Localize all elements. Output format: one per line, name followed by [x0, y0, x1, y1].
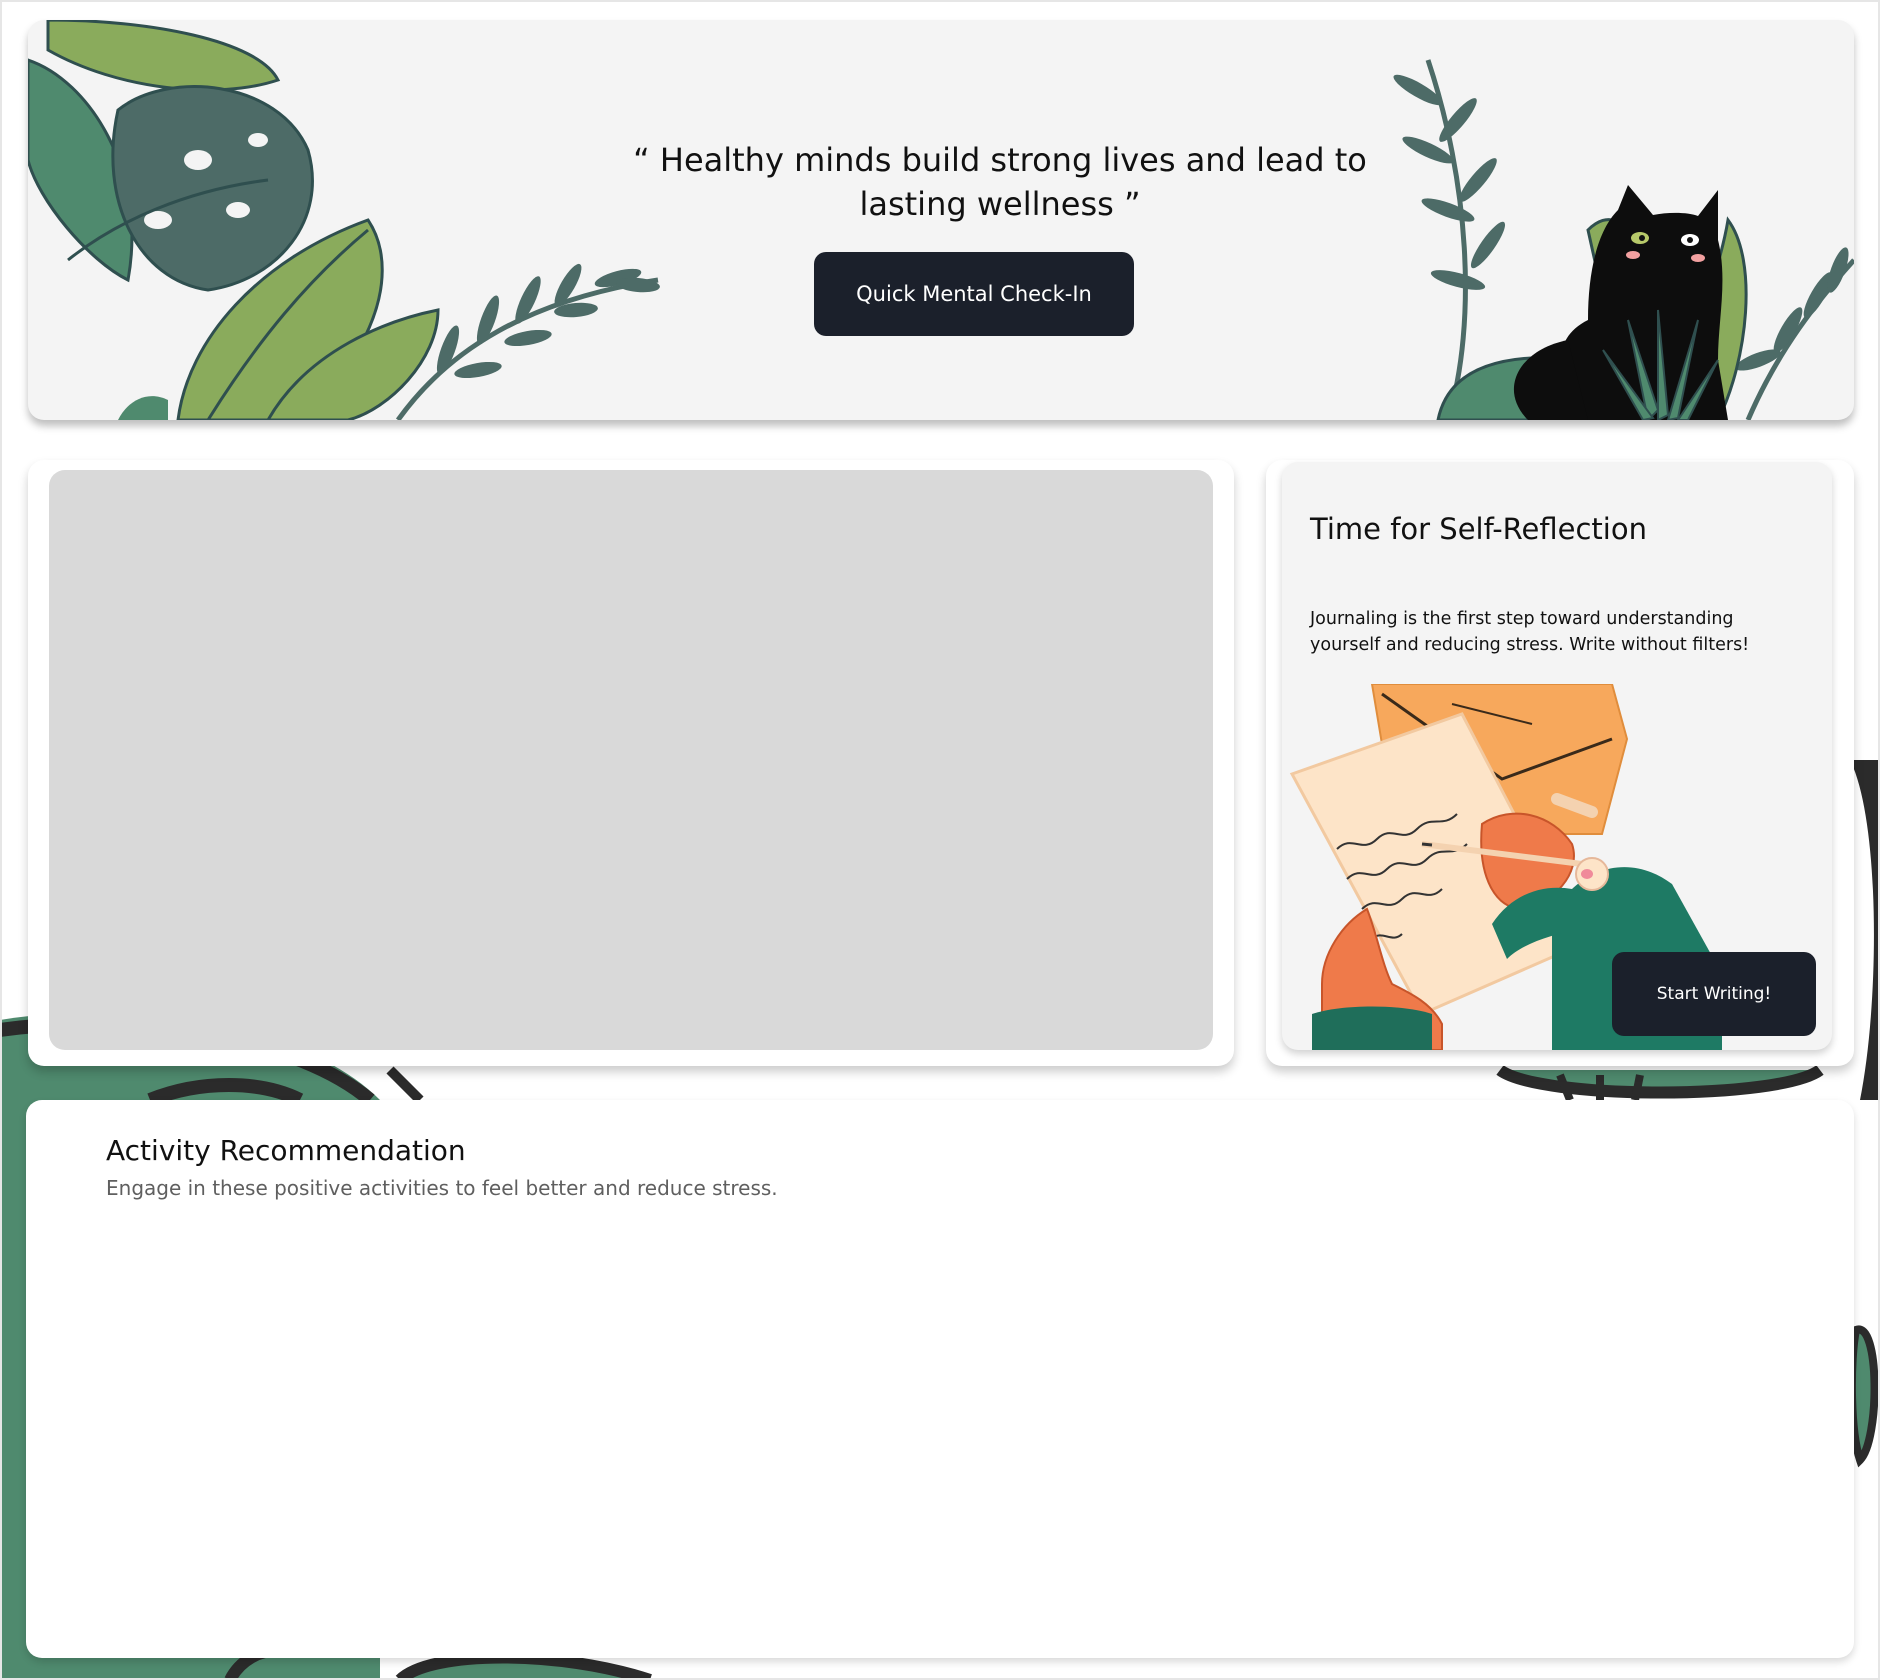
journal-card: Time for Self-Reflection Journaling is t… [1282, 462, 1832, 1050]
quick-mental-check-in-button[interactable]: Quick Mental Check-In [814, 252, 1134, 336]
start-writing-button[interactable]: Start Writing! [1612, 952, 1816, 1036]
hero-quote: “ Healthy minds build strong lives and l… [633, 141, 1367, 223]
journal-card-container: Time for Self-Reflection Journaling is t… [1266, 460, 1854, 1066]
journal-description: Journaling is the first step toward unde… [1310, 609, 1750, 655]
activity-subtitle: Engage in these positive activities to f… [106, 1176, 778, 1200]
journal-title: Time for Self-Reflection [1310, 512, 1647, 546]
activity-title: Activity Recommendation [106, 1134, 466, 1167]
hero-banner: “ Healthy minds build strong lives and l… [28, 20, 1854, 420]
activity-recommendation-section: Activity Recommendation Engage in these … [26, 1100, 1854, 1658]
media-card [28, 460, 1234, 1066]
media-placeholder [49, 470, 1213, 1050]
